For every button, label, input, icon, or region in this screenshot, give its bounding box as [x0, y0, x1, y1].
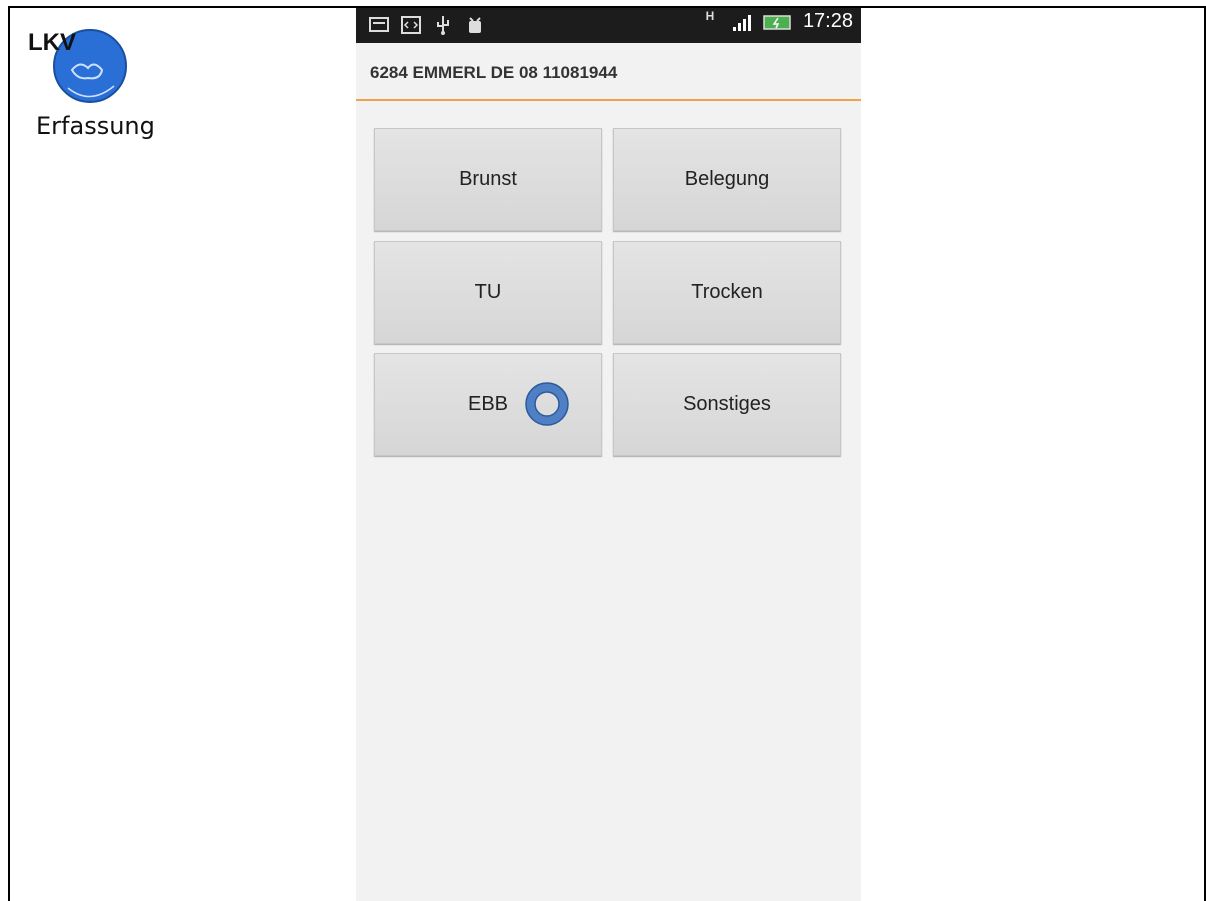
tap-indicator-icon	[525, 382, 569, 426]
screen-icon	[368, 14, 390, 36]
tu-button[interactable]: TU	[374, 241, 602, 344]
slide-frame-left	[8, 6, 10, 901]
button-label: Brunst	[459, 168, 517, 190]
status-clock: 17:28	[802, 10, 853, 32]
lkv-logo: LKV	[28, 22, 128, 106]
app-bar: 6284 EMMERL DE 08 11081944	[356, 43, 861, 101]
code-icon	[400, 14, 422, 36]
signal-icon	[731, 11, 753, 33]
usb-icon	[432, 14, 454, 36]
network-type-icon: H	[705, 8, 715, 23]
battery-icon	[763, 11, 793, 33]
trocken-button[interactable]: Trocken	[613, 241, 841, 344]
sonstiges-button[interactable]: Sonstiges	[613, 353, 841, 456]
button-label: EBB	[467, 393, 509, 415]
button-label: Belegung	[684, 168, 770, 190]
button-label: TU	[474, 281, 502, 303]
ebb-button[interactable]: EBB	[374, 353, 602, 456]
button-label: Trocken	[691, 281, 763, 303]
button-label: Sonstiges	[683, 393, 771, 415]
belegung-button[interactable]: Belegung	[613, 128, 841, 231]
phone-screen: H 17:28 6284 EMMERL DE 08 11081944 Bruns…	[356, 8, 861, 901]
slide-caption: Erfassung	[36, 112, 155, 140]
brunst-button[interactable]: Brunst	[374, 128, 602, 231]
animal-title: 6284 EMMERL DE 08 11081944	[370, 63, 618, 82]
logo-text: LKV	[28, 29, 76, 56]
status-bar: H 17:28	[356, 8, 861, 43]
android-debug-icon	[464, 14, 486, 36]
